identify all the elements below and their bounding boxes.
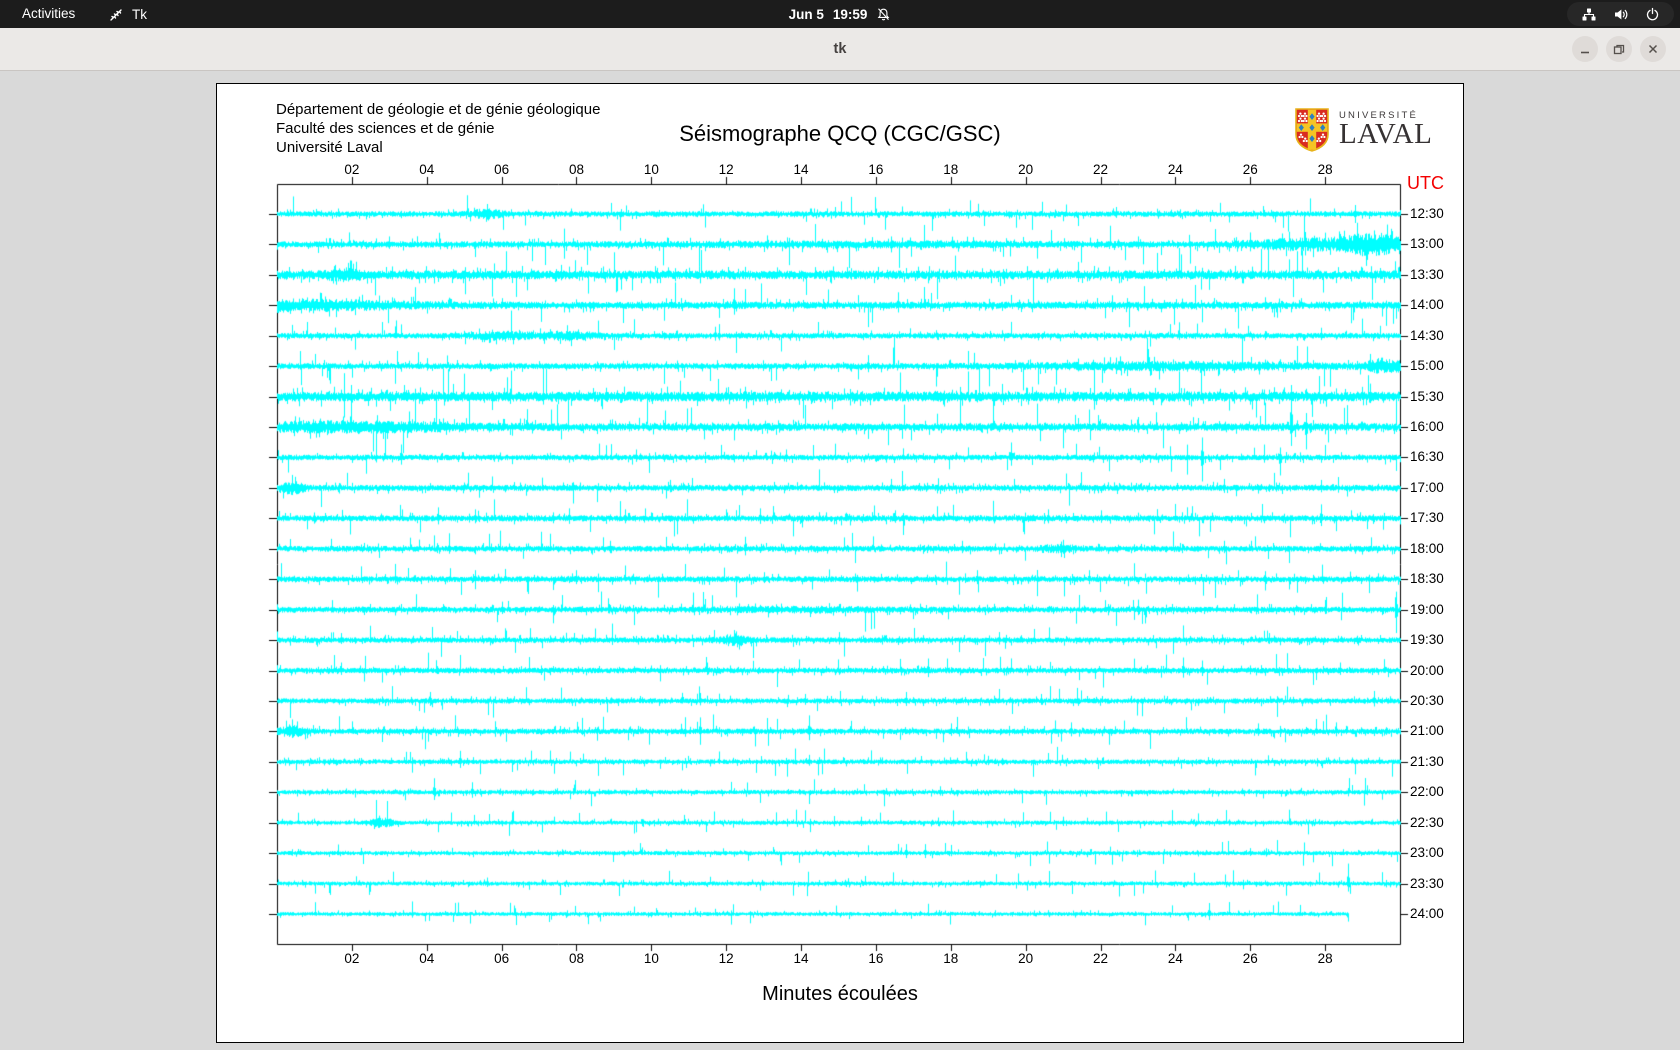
university-laval-logo: UNIVERSITÉ LAVAL: [1294, 107, 1432, 153]
x-tick-label-bottom: 28: [1317, 951, 1333, 966]
close-button[interactable]: [1640, 36, 1666, 62]
maximize-button[interactable]: [1606, 36, 1632, 62]
trace-time-label: 14:00: [1410, 297, 1444, 313]
trace-time-label: 13:00: [1410, 236, 1444, 252]
trace-time-label: 15:00: [1410, 358, 1444, 374]
seismograph-canvas: Département de géologie et de génie géol…: [216, 83, 1464, 1043]
x-tick-label-bottom: 26: [1242, 951, 1258, 966]
trace-time-label: 16:00: [1410, 419, 1444, 435]
seismogram-plot: [217, 84, 1463, 1042]
trace-time-label: 16:30: [1410, 449, 1444, 465]
utc-axis-label: UTC: [1407, 173, 1444, 193]
trace-time-label: 18:00: [1410, 540, 1444, 556]
x-tick-label-bottom: 02: [344, 951, 360, 966]
x-tick-label-top: 02: [344, 162, 360, 177]
trace-time-label: 21:30: [1410, 753, 1444, 769]
x-tick-label-top: 14: [793, 162, 809, 177]
x-tick-label-bottom: 16: [868, 951, 884, 966]
trace-time-label: 21:00: [1410, 723, 1444, 739]
laval-shield-icon: [1295, 108, 1329, 152]
maximize-icon: [1613, 44, 1625, 55]
clock-button[interactable]: Jun 5 19:59: [789, 7, 868, 22]
trace-time-label: 19:00: [1410, 601, 1444, 617]
minimize-icon: [1581, 51, 1589, 54]
network-icon: [1582, 8, 1596, 20]
x-tick-label-bottom: 18: [943, 951, 959, 966]
trace-time-label: 13:30: [1410, 266, 1444, 282]
window-title: tk: [833, 41, 847, 57]
org-line-1: Département de géologie et de génie géol…: [276, 101, 601, 118]
logo-laval-text: LAVAL: [1339, 118, 1433, 150]
x-tick-label-bottom: 24: [1167, 951, 1183, 966]
trace-time-label: 12:30: [1410, 206, 1444, 221]
minimize-button[interactable]: [1572, 36, 1598, 62]
trace-time-label: 18:30: [1410, 571, 1444, 587]
x-tick-label-top: 18: [943, 162, 959, 177]
x-tick-label-top: 28: [1317, 162, 1333, 177]
trace-time-label: 14:30: [1410, 327, 1444, 343]
window-title-bar[interactable]: tk: [0, 28, 1680, 71]
power-icon: [1646, 7, 1659, 20]
chart-title: Séismographe QCQ (CGC/GSC): [679, 121, 1001, 146]
x-tick-label-top: 06: [494, 162, 510, 177]
clock-time: 19:59: [832, 6, 868, 22]
x-tick-label-bottom: 14: [793, 951, 809, 966]
system-status-area[interactable]: [1567, 2, 1674, 26]
x-tick-label-bottom: 12: [718, 951, 734, 966]
x-tick-label-top: 12: [718, 162, 734, 177]
x-tick-label-top: 08: [568, 162, 584, 177]
trace-time-label: 23:30: [1410, 875, 1444, 891]
trace-time-label: 24:00: [1410, 906, 1444, 921]
x-tick-label-bottom: 08: [568, 951, 584, 966]
trace-time-label: 22:00: [1410, 784, 1444, 800]
trace-time-label: 17:30: [1410, 510, 1444, 526]
x-tick-label-bottom: 04: [419, 951, 435, 966]
trace-time-label: 20:30: [1410, 692, 1444, 708]
x-tick-label-bottom: 06: [494, 951, 510, 966]
x-tick-label-top: 22: [1093, 162, 1109, 177]
trace-time-label: 20:00: [1410, 662, 1444, 678]
gnome-top-bar: Activities Tk Jun 5 19:59: [0, 0, 1680, 28]
focused-app-menu[interactable]: Tk: [108, 0, 147, 28]
x-tick-label-bottom: 10: [643, 951, 659, 966]
volume-icon: [1615, 9, 1628, 19]
tk-feather-icon: [110, 8, 122, 21]
x-tick-label-top: 24: [1167, 162, 1183, 177]
x-tick-label-top: 20: [1018, 162, 1034, 177]
clock-date: Jun 5: [788, 6, 824, 22]
x-tick-label-top: 04: [419, 162, 435, 177]
x-tick-label-top: 16: [868, 162, 884, 177]
activities-button[interactable]: Activities: [18, 0, 79, 28]
trace-time-label: 23:00: [1410, 845, 1444, 861]
focused-app-label: Tk: [132, 6, 147, 22]
trace-time-label: 19:30: [1410, 632, 1444, 648]
notifications-muted-icon: [878, 7, 890, 20]
tk-window-background: Département de géologie et de génie géol…: [0, 71, 1680, 1050]
x-tick-label-bottom: 22: [1093, 951, 1109, 966]
trace-time-label: 15:30: [1410, 388, 1444, 404]
x-tick-label-bottom: 20: [1018, 951, 1034, 966]
x-tick-label-top: 26: [1242, 162, 1258, 177]
trace-time-label: 22:30: [1410, 814, 1444, 830]
x-tick-label-top: 10: [643, 162, 659, 177]
trace-time-label: 17:00: [1410, 479, 1444, 495]
close-icon: [1648, 44, 1658, 54]
x-axis-title: Minutes écoulées: [762, 983, 918, 1005]
